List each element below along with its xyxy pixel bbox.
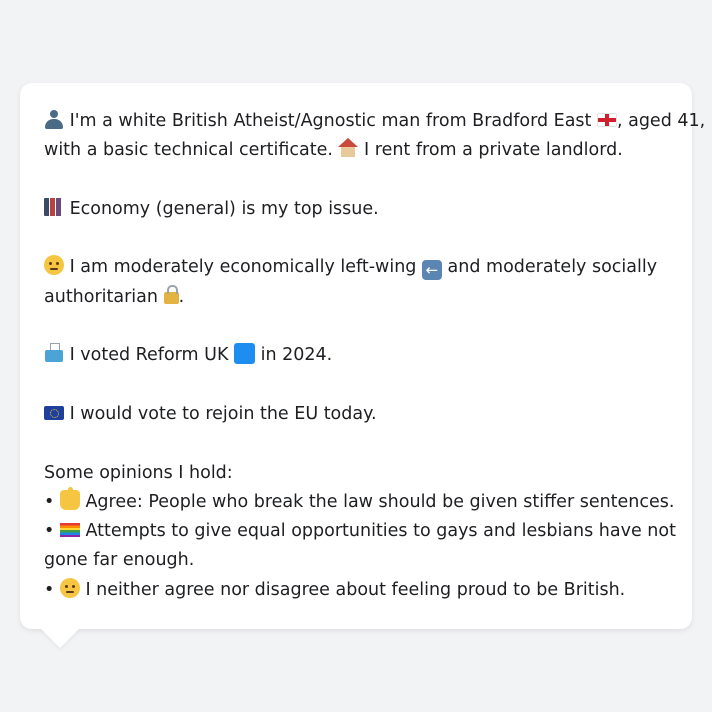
top-issue-text: Economy (general) is my top issue. — [64, 198, 379, 219]
period-text: . — [178, 286, 185, 307]
thinking-face-icon — [59, 577, 80, 598]
blue-square-icon — [234, 343, 256, 365]
profile-line-issue: Economy (general) is my top issue. — [44, 195, 668, 224]
vote-text: I voted Reform UK — [64, 345, 235, 366]
profile-line-identity: I'm a white British Atheist/Agnostic man… — [44, 107, 705, 136]
profile-line-ideology-cont: authoritarian . — [44, 283, 668, 312]
authoritarian-text: authoritarian — [44, 286, 164, 307]
bullet: • — [44, 521, 60, 542]
ballot-box-icon — [44, 343, 64, 363]
opinion-text: I neither agree nor disagree about feeli… — [79, 579, 626, 600]
england-flag-icon — [596, 113, 617, 127]
opinion-item: • I neither agree nor disagree about fee… — [44, 576, 668, 605]
house-icon — [338, 138, 359, 158]
opinion-text: Attempts to give equal opportunities to … — [79, 521, 676, 542]
age-text: , aged 41, — [616, 111, 706, 131]
opinions-heading: Some opinions I hold: — [44, 462, 233, 483]
eu-flag-icon — [44, 405, 64, 420]
bubble-tail — [40, 628, 80, 648]
eu-text: I would vote to rejoin the EU today. — [64, 403, 377, 424]
opinion-text: Agree: People who break the law should b… — [79, 491, 675, 512]
left-arrow-icon: ← — [421, 260, 442, 281]
profile-line-vote: I voted Reform UK in 2024. — [44, 341, 668, 370]
profile-line-eu: I would vote to rejoin the EU today. — [44, 400, 668, 429]
profile-line-education: with a basic technical certificate. I re… — [44, 136, 668, 165]
profile-line-ideology: I am moderately economically left-wing ←… — [44, 253, 668, 282]
opinion-item-continuation: gone far enough. — [44, 550, 195, 571]
locked-icon — [163, 284, 179, 304]
bust-in-silhouette-icon — [44, 109, 64, 129]
social-ideology-text: and moderately socially — [441, 257, 658, 278]
rainbow-flag-icon — [59, 523, 80, 538]
opinion-item: • Agree: People who break the law should… — [44, 486, 674, 517]
education-text: with a basic technical certificate. — [44, 140, 339, 161]
housing-text: I rent from a private landlord. — [358, 140, 623, 161]
vote-year-text: in 2024. — [255, 345, 333, 366]
thumbs-up-icon — [59, 486, 80, 510]
profile-message-bubble: I'm a white British Atheist/Agnostic man… — [20, 83, 705, 629]
thinking-face-icon — [44, 255, 64, 276]
economic-ideology-text: I am moderately economically left-wing — [64, 257, 422, 278]
ledger-icon — [44, 197, 64, 216]
bullet: • — [44, 491, 60, 512]
identity-text: I'm a white British Atheist/Agnostic man… — [64, 111, 597, 131]
bullet: • — [44, 579, 60, 600]
opinion-item: • Attempts to give equal opportunities t… — [44, 517, 676, 546]
